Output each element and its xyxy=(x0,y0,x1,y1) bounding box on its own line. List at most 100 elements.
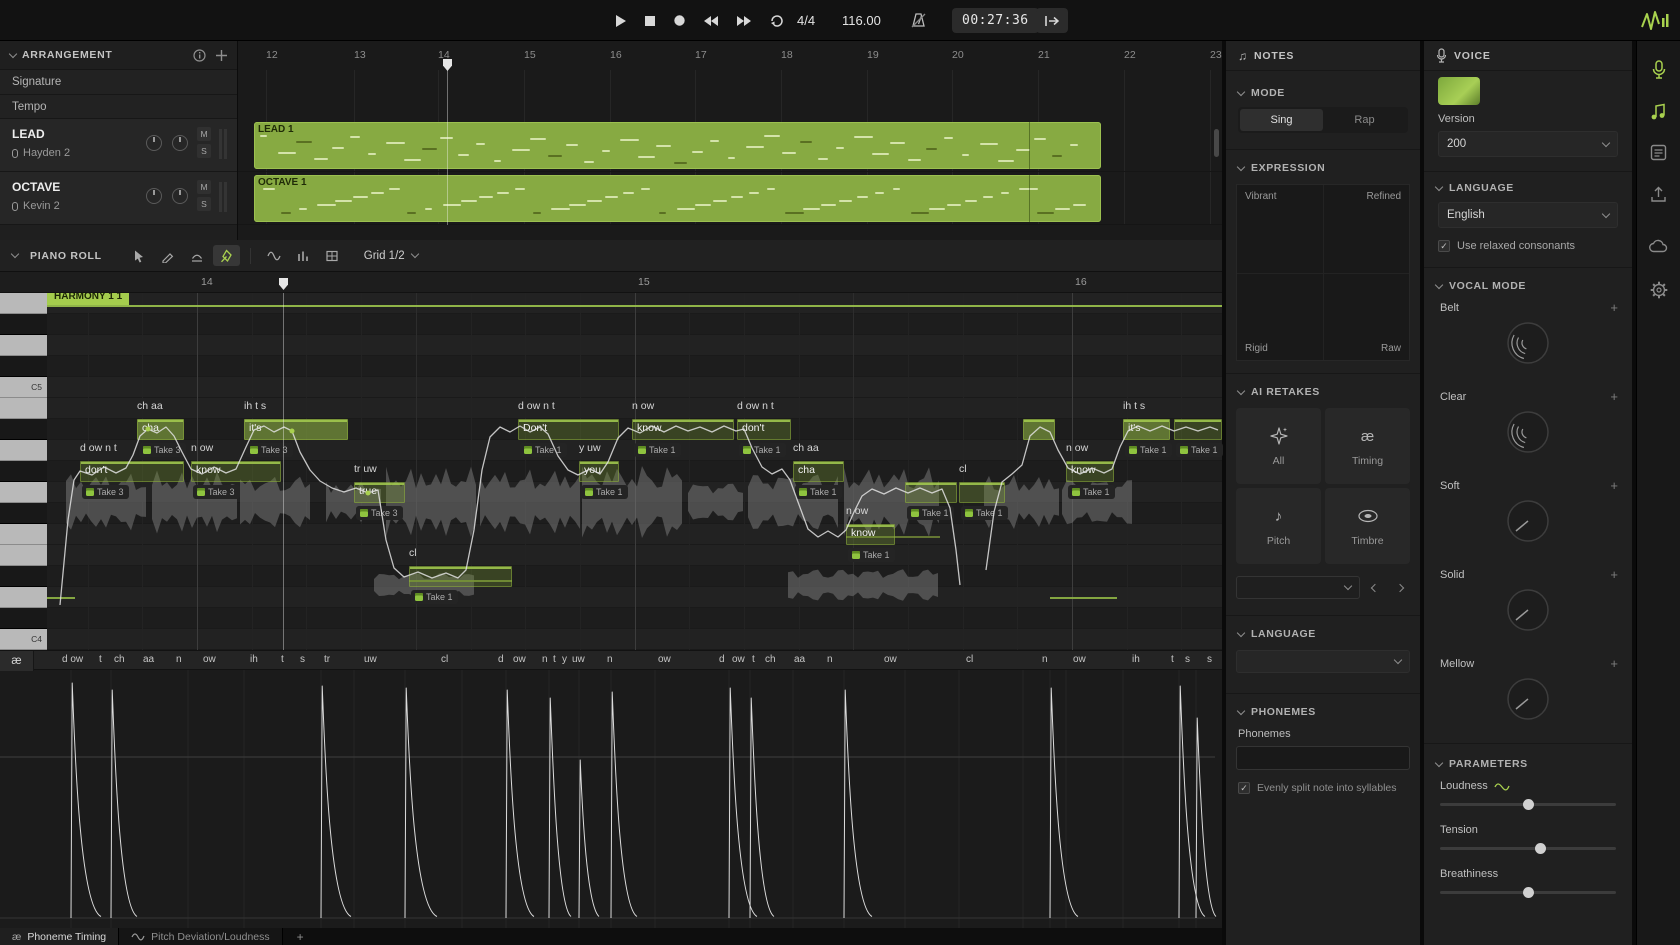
record-button[interactable] xyxy=(671,12,688,29)
white-key[interactable] xyxy=(0,587,47,608)
take-badge[interactable]: Take 3 xyxy=(82,485,129,499)
take-badge[interactable]: Take 1 xyxy=(739,443,786,457)
note[interactable]: cha xyxy=(793,461,844,482)
phoneme-cell[interactable]: ih xyxy=(250,654,258,665)
phoneme-cell[interactable]: ow xyxy=(658,654,671,665)
tempo-row[interactable]: Tempo xyxy=(0,95,237,119)
phoneme-cell[interactable]: t xyxy=(752,654,755,665)
slider-thumb[interactable] xyxy=(1523,887,1534,898)
track-header-octave[interactable]: OCTAVEKevin 2MS xyxy=(0,172,237,225)
phoneme-cell[interactable]: s xyxy=(300,654,305,665)
vocal-mode-knob[interactable] xyxy=(1505,587,1551,633)
expression-pad[interactable]: Vibrant Refined Rigid Raw xyxy=(1236,184,1410,361)
white-key[interactable] xyxy=(0,524,47,545)
note[interactable] xyxy=(905,482,957,503)
note-language-dropdown[interactable] xyxy=(1236,650,1410,673)
mode-option-rap[interactable]: Rap xyxy=(1323,109,1406,131)
phoneme-cell[interactable]: s xyxy=(1207,654,1212,665)
take-badge[interactable]: Take 1 xyxy=(581,485,628,499)
vocal-mode-knob[interactable] xyxy=(1505,320,1551,366)
clip-octave-1[interactable]: OCTAVE 1 xyxy=(254,175,1101,222)
vocal-mode-knob[interactable] xyxy=(1505,676,1551,722)
note[interactable] xyxy=(1174,419,1222,440)
collapse-chevron-icon[interactable] xyxy=(11,250,19,258)
piano-roll-playhead[interactable] xyxy=(283,293,284,650)
vocal-mode-section-header[interactable]: VOCAL MODE xyxy=(1424,274,1632,298)
param-slider[interactable] xyxy=(1440,847,1616,850)
black-key[interactable] xyxy=(0,419,47,440)
param-slider[interactable] xyxy=(1440,891,1616,894)
fast-forward-button[interactable] xyxy=(734,13,754,29)
take-badge[interactable]: Take 3 xyxy=(246,443,293,457)
clip-lead-1[interactable]: LEAD 1 xyxy=(254,122,1101,169)
note[interactable]: it's xyxy=(244,419,348,440)
cloud-tab-button[interactable] xyxy=(1637,231,1680,261)
note[interactable]: know xyxy=(191,461,281,482)
expression-section-header[interactable]: EXPRESSION xyxy=(1226,156,1420,180)
grid-size-dropdown[interactable]: Grid 1/2 xyxy=(364,250,418,262)
note[interactable]: cha xyxy=(137,419,184,440)
parameter-lane[interactable] xyxy=(0,670,1222,928)
voice-avatar[interactable] xyxy=(1438,77,1480,105)
phoneme-cell[interactable]: n xyxy=(1042,654,1048,665)
solo-button[interactable]: S xyxy=(197,144,211,158)
white-key[interactable] xyxy=(0,482,47,503)
add-vocal-mode-button[interactable]: + xyxy=(1610,478,1618,493)
tab-phoneme-timing[interactable]: æPhoneme Timing xyxy=(0,928,119,945)
phoneme-cell[interactable]: ow xyxy=(203,654,216,665)
phoneme-cell[interactable]: t xyxy=(99,654,102,665)
tempo-display[interactable]: 116.00 xyxy=(842,0,881,41)
note[interactable] xyxy=(409,566,512,587)
mode-section-header[interactable]: MODE xyxy=(1226,81,1420,105)
phoneme-cell[interactable]: n xyxy=(176,654,182,665)
add-vocal-mode-button[interactable]: + xyxy=(1610,300,1618,315)
black-key[interactable] xyxy=(0,608,47,629)
phoneme-cell[interactable]: d xyxy=(719,654,725,665)
phonemes-section-header[interactable]: PHONEMES xyxy=(1226,700,1420,724)
note[interactable]: don't xyxy=(737,419,791,440)
note[interactable]: you xyxy=(579,461,619,482)
add-track-icon[interactable] xyxy=(216,50,227,61)
retake-timing-button[interactable]: æTiming xyxy=(1325,408,1410,484)
checkbox-checked-icon[interactable]: ✓ xyxy=(1438,240,1450,252)
phonemes-input[interactable] xyxy=(1236,746,1410,770)
piano-roll-ruler[interactable]: 141516 xyxy=(0,272,1222,293)
mode-option-sing[interactable]: Sing xyxy=(1240,109,1323,131)
take-badge[interactable]: Take 1 xyxy=(1068,485,1115,499)
note[interactable]: know xyxy=(846,524,895,545)
add-lane-tab-button[interactable]: + xyxy=(283,928,318,945)
arrangement-playhead[interactable] xyxy=(447,70,448,225)
relaxed-consonants-checkbox-row[interactable]: ✓ Use relaxed consonants xyxy=(1438,240,1618,253)
phoneme-cell[interactable]: s xyxy=(1185,654,1190,665)
evenly-split-checkbox-row[interactable]: ✓ Evenly split note into syllables xyxy=(1238,782,1408,795)
phoneme-cell[interactable]: ih xyxy=(1132,654,1140,665)
phoneme-cell[interactable]: ch xyxy=(765,654,776,665)
take-badge[interactable]: Take 3 xyxy=(193,485,240,499)
retake-timbre-button[interactable]: Timbre xyxy=(1325,488,1410,564)
voice-language-dropdown[interactable]: English xyxy=(1438,202,1618,228)
go-to-end-button[interactable] xyxy=(1034,0,1070,41)
note[interactable]: know xyxy=(1066,461,1114,482)
track-header-lead[interactable]: LEADHayden 2MS xyxy=(0,119,237,172)
take-badge[interactable]: Take 1 xyxy=(1176,443,1223,457)
checkbox-checked-icon[interactable]: ✓ xyxy=(1238,782,1250,794)
vocal-mode-knob[interactable] xyxy=(1505,498,1551,544)
signature-row[interactable]: Signature xyxy=(0,70,237,95)
phoneme-cell[interactable]: cl xyxy=(441,654,448,665)
tab-pitch-deviation-loudness[interactable]: Pitch Deviation/Loudness xyxy=(119,928,283,945)
lyrics-tab-button[interactable] xyxy=(1637,137,1680,167)
black-key[interactable] xyxy=(0,356,47,377)
phoneme-cell[interactable]: t xyxy=(553,654,556,665)
phoneme-cell[interactable]: aa xyxy=(143,654,154,665)
phoneme-cell[interactable]: uw xyxy=(364,654,377,665)
play-button[interactable] xyxy=(612,12,629,30)
info-icon[interactable] xyxy=(193,49,206,62)
phoneme-cell[interactable]: tr xyxy=(324,654,330,665)
retake-all-button[interactable]: All xyxy=(1236,408,1321,484)
take-badge[interactable]: Take 1 xyxy=(634,443,681,457)
phoneme-cell[interactable]: n xyxy=(827,654,833,665)
black-key[interactable] xyxy=(0,566,47,587)
take-badge[interactable]: Take 3 xyxy=(356,506,403,520)
parameters-section-header[interactable]: PARAMETERS xyxy=(1424,752,1632,776)
white-key[interactable] xyxy=(0,293,47,314)
